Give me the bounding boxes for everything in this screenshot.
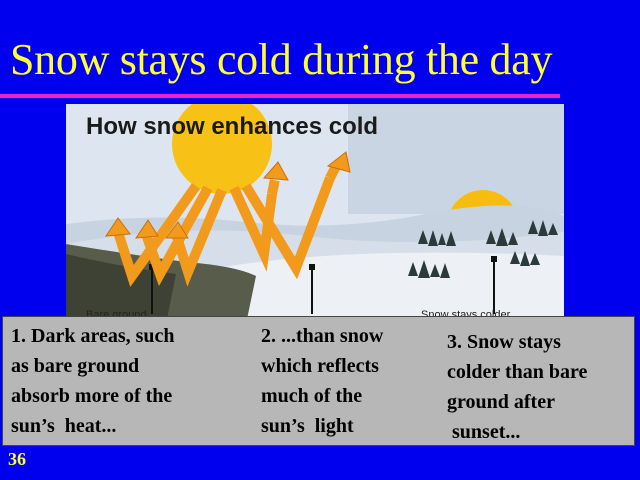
slide-title: Snow stays cold during the day (10, 35, 553, 84)
slide-number: 36 (8, 449, 26, 469)
caption-box: 1. Dark areas, such as bare ground absor… (2, 316, 635, 446)
snow-illustration: How snow enhances cold Bare ground Snow … (66, 104, 564, 324)
caption-dark-areas: 1. Dark areas, such as bare ground absor… (11, 325, 175, 437)
evening-sky (348, 104, 564, 214)
caption-after-sunset: 3. Snow stays colder than bare ground af… (447, 331, 588, 443)
title-underline (0, 94, 560, 98)
illustration-svg: How snow enhances cold Bare ground Snow … (66, 104, 564, 324)
caption-snow-reflects: 2. ...than snow which reflects much of t… (261, 325, 384, 437)
illustration-heading: How snow enhances cold (86, 113, 378, 140)
